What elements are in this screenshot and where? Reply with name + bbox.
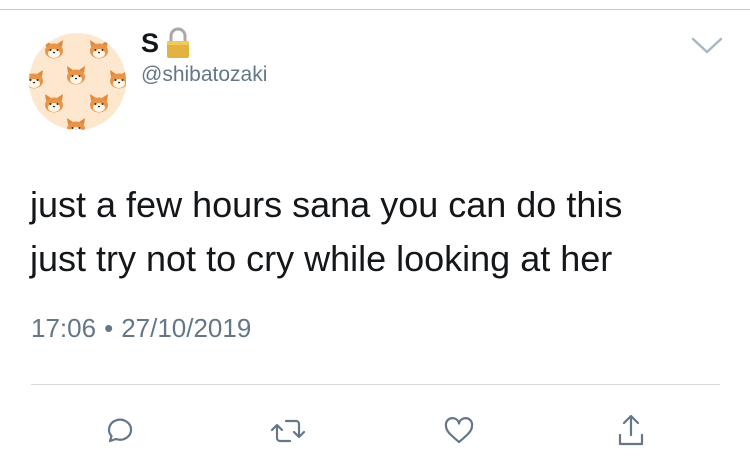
chevron-down-icon xyxy=(691,37,723,54)
top-divider xyxy=(0,9,750,10)
tweet-text-line: just a few hours sana you can do this xyxy=(30,184,623,225)
display-name[interactable]: S xyxy=(141,29,159,57)
heart-icon xyxy=(444,417,474,444)
tweet-timestamp[interactable]: 17:06 • 27/10/2019 xyxy=(31,313,251,344)
tweet-text: just a few hours sana you can do this ju… xyxy=(30,178,730,286)
avatar-pattern xyxy=(29,40,126,130)
display-name-row: S xyxy=(141,24,193,62)
tweet-date: 27/10/2019 xyxy=(121,313,252,343)
tweet-text-line: just try not to cry while looking at her xyxy=(30,238,613,279)
tweet-menu-button[interactable] xyxy=(688,33,726,59)
reply-button[interactable] xyxy=(96,409,140,453)
avatar[interactable] xyxy=(29,33,126,130)
lock-icon xyxy=(163,26,193,60)
retweet-icon xyxy=(270,419,306,443)
user-handle[interactable]: @shibatozaki xyxy=(141,63,267,87)
actions-divider xyxy=(31,384,720,385)
like-button[interactable] xyxy=(437,409,481,453)
retweet-button[interactable] xyxy=(266,409,310,453)
share-icon xyxy=(618,414,644,446)
timestamp-separator: • xyxy=(104,313,114,343)
tweet-time: 17:06 xyxy=(31,313,97,343)
share-button[interactable] xyxy=(609,409,653,453)
reply-icon xyxy=(107,418,133,443)
